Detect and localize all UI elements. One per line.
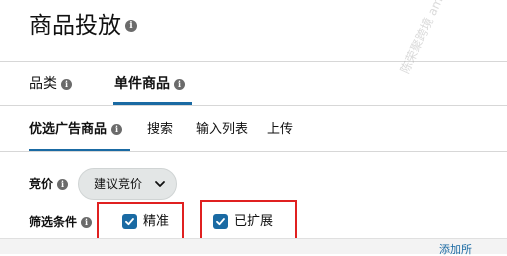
- page-title-text: 商品投放: [29, 13, 121, 39]
- tab-search[interactable]: 搜索: [147, 120, 173, 140]
- checkbox-expanded-label[interactable]: 已扩展: [234, 213, 273, 231]
- divider: [0, 151, 507, 152]
- tab-category-label: 品类: [29, 76, 57, 92]
- info-icon[interactable]: i: [81, 217, 93, 228]
- checkbox-exact[interactable]: [122, 214, 137, 229]
- page-title: 商品投放 i: [29, 11, 137, 41]
- bid-dropdown-value: 建议竞价: [94, 177, 143, 191]
- checkbox-exact-label[interactable]: 精准: [143, 213, 169, 231]
- tab-suggested-products[interactable]: 优选广告商品 i: [29, 120, 123, 140]
- divider: [0, 105, 507, 106]
- tab-upload[interactable]: 上传: [267, 120, 293, 140]
- info-icon[interactable]: i: [125, 19, 137, 32]
- info-icon[interactable]: i: [61, 78, 72, 90]
- add-all-link[interactable]: 添加所: [439, 244, 472, 256]
- tab-category[interactable]: 品类 i: [29, 74, 72, 94]
- tab-enter-list-label: 输入列表: [196, 122, 249, 137]
- chevron-down-icon: [153, 169, 167, 199]
- bottom-panel: [0, 238, 507, 254]
- bid-label: 竞价 i: [29, 175, 69, 193]
- info-icon[interactable]: i: [174, 78, 185, 90]
- tab-search-label: 搜索: [147, 122, 174, 137]
- bid-dropdown[interactable]: 建议竞价: [78, 168, 177, 200]
- filter-label: 筛选条件 i: [29, 213, 93, 231]
- checkmark-icon: [216, 218, 225, 226]
- tab-enter-list[interactable]: 输入列表: [196, 120, 248, 140]
- tab-individual-products-label: 单件商品: [114, 76, 170, 92]
- info-icon[interactable]: i: [57, 179, 69, 190]
- highlight-box: [97, 202, 184, 241]
- watermark: 陈荣聚跨境 amzchen.com: [397, 0, 473, 76]
- info-icon[interactable]: i: [111, 124, 123, 135]
- divider: [0, 61, 507, 62]
- checkbox-expanded[interactable]: [213, 214, 228, 229]
- tab-individual-products[interactable]: 单件商品 i: [114, 74, 185, 94]
- checkmark-icon: [125, 218, 134, 226]
- tab-suggested-products-label: 优选广告商品: [29, 122, 108, 137]
- tab-upload-label: 上传: [267, 122, 294, 137]
